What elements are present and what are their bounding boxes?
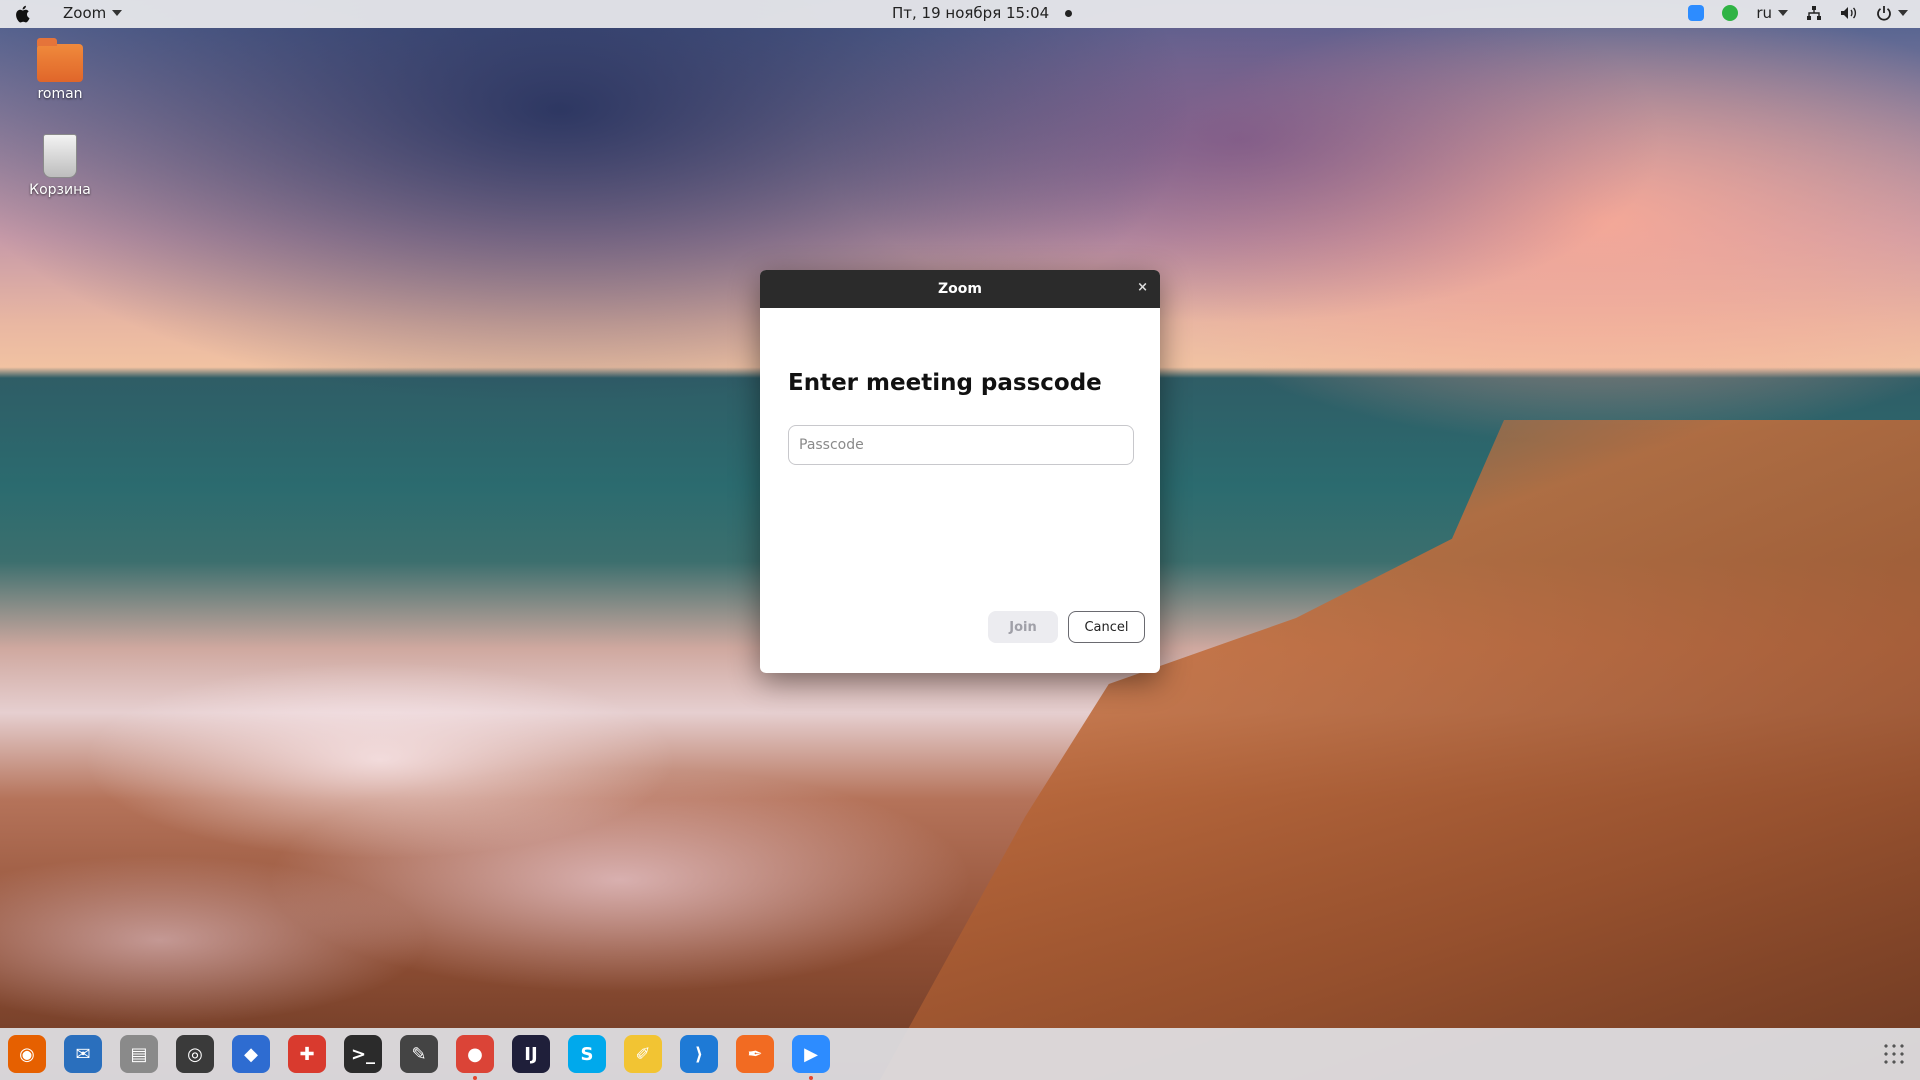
- system-tray: ru: [1688, 4, 1908, 22]
- join-button[interactable]: Join: [988, 611, 1058, 643]
- dock-glyph: ✐: [635, 1043, 651, 1065]
- clock-text: Пт, 19 ноября 15:04: [892, 4, 1050, 22]
- dialog-heading: Enter meeting passcode: [788, 370, 1102, 396]
- cancel-button[interactable]: Cancel: [1068, 611, 1145, 643]
- dock-glyph: ▶: [804, 1043, 818, 1065]
- help-icon[interactable]: ✚: [288, 1035, 326, 1073]
- app-menu[interactable]: Zoom: [63, 4, 123, 22]
- passcode-input[interactable]: [788, 425, 1134, 465]
- dock-glyph: S: [580, 1043, 594, 1065]
- zoom-tray-icon[interactable]: [1688, 5, 1705, 21]
- dock-glyph: ✎: [411, 1043, 427, 1065]
- passcode-dialog: Zoom × Enter meeting passcode Join Cance…: [760, 270, 1160, 673]
- vscode-icon[interactable]: ⟩: [680, 1035, 718, 1073]
- close-icon[interactable]: ×: [1137, 280, 1148, 295]
- zoom-icon[interactable]: ▶: [792, 1035, 830, 1080]
- volume-icon[interactable]: [1840, 5, 1858, 21]
- dock-glyph: IJ: [524, 1043, 538, 1065]
- files-icon[interactable]: ▤: [120, 1035, 158, 1073]
- top-bar: Zoom Пт, 19 ноября 15:04 ru: [0, 0, 1920, 28]
- firefox-icon[interactable]: ◉: [8, 1035, 46, 1073]
- chevron-down-icon: [1778, 10, 1788, 16]
- trash-icon: [43, 134, 77, 178]
- rhythmbox-icon[interactable]: ◎: [176, 1035, 214, 1073]
- notification-dot-icon: [1065, 9, 1073, 17]
- draw-icon[interactable]: ✒: [736, 1035, 774, 1073]
- language-switcher[interactable]: ru: [1756, 4, 1788, 22]
- desktop-icon-trash[interactable]: Корзина: [20, 134, 100, 198]
- dock-glyph: ◆: [244, 1043, 258, 1065]
- skype-icon[interactable]: S: [568, 1035, 606, 1073]
- desktop-icon-label: Корзина: [29, 182, 91, 198]
- dock-glyph: ●: [467, 1043, 483, 1065]
- chrome-icon[interactable]: ●: [456, 1035, 494, 1080]
- network-icon[interactable]: [1806, 5, 1822, 21]
- power-icon: [1877, 6, 1891, 21]
- text-editor-icon[interactable]: ✐: [624, 1035, 662, 1073]
- inkscape-icon[interactable]: ✎: [400, 1035, 438, 1073]
- dock-glyph: ✚: [299, 1043, 315, 1065]
- show-applications-icon[interactable]: [1882, 1042, 1906, 1066]
- thunderbird-icon[interactable]: ✉: [64, 1035, 102, 1073]
- chevron-down-icon: [1898, 10, 1908, 16]
- dock-glyph: ⟩: [694, 1043, 704, 1065]
- dock-glyph: ▤: [130, 1043, 148, 1065]
- home-folder-icon: [37, 38, 83, 82]
- desktop-icon-label: roman: [37, 86, 83, 102]
- dock-glyph: ◉: [19, 1043, 35, 1065]
- power-menu[interactable]: [1876, 5, 1908, 21]
- language-label: ru: [1756, 4, 1772, 22]
- dock-glyph: >_: [350, 1043, 376, 1065]
- apple-menu-icon[interactable]: [14, 4, 32, 24]
- dock-glyph: ✒: [747, 1043, 763, 1065]
- dock-glyph: ✉: [75, 1043, 91, 1065]
- intellij-icon[interactable]: IJ: [512, 1035, 550, 1073]
- app-menu-label: Zoom: [63, 4, 107, 22]
- dialog-title: Zoom: [938, 281, 982, 297]
- security-tray-icon[interactable]: [1722, 5, 1739, 21]
- app-store-icon[interactable]: ◆: [232, 1035, 270, 1073]
- chevron-down-icon: [112, 10, 123, 16]
- clock[interactable]: Пт, 19 ноября 15:04: [892, 4, 1073, 22]
- terminal-icon[interactable]: >_: [344, 1035, 382, 1073]
- dialog-titlebar[interactable]: Zoom ×: [760, 270, 1160, 308]
- desktop-icon-home[interactable]: roman: [20, 38, 100, 102]
- dock: ◉ ✉ ▤ ◎ ◆ ✚ >_ ✎ ● IJ S ✐ ⟩ ✒ ▶: [0, 1028, 1920, 1080]
- dock-glyph: ◎: [187, 1043, 203, 1065]
